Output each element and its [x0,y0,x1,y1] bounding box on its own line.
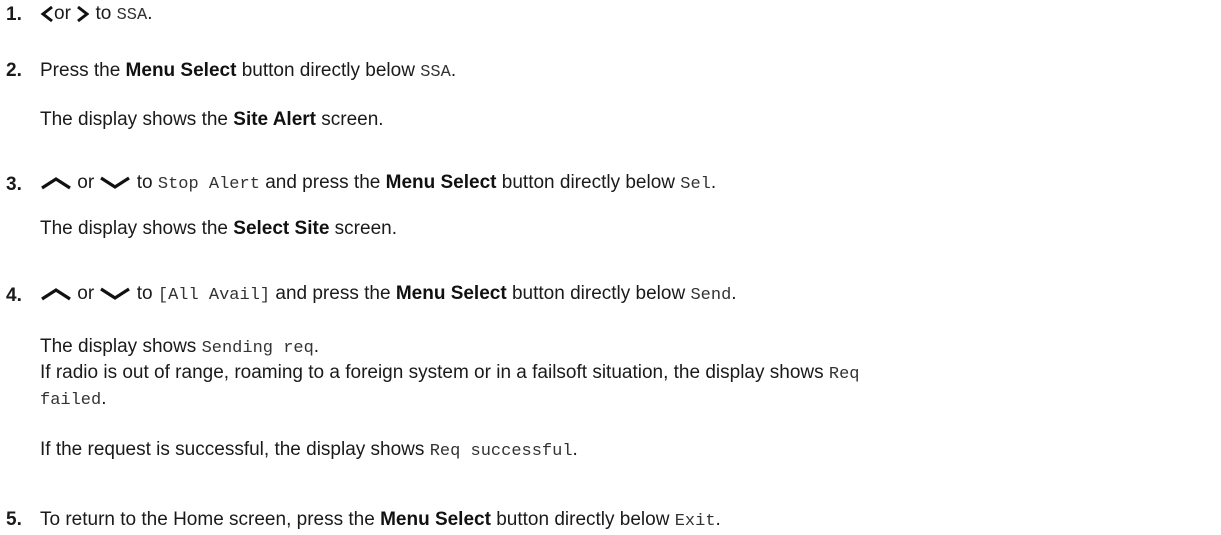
chevron-right-icon [76,4,90,24]
step-1-line: or to SSA. [40,3,153,25]
to-text: to [95,3,112,24]
chevron-down-icon [99,175,131,191]
instruction-text: button directly below [496,509,670,530]
result-text: The display shows the [40,109,228,130]
step-number: 5. [6,509,22,530]
period: . [313,336,320,357]
period: . [572,439,578,460]
result-text: screen. [321,109,384,130]
step-4-line: or to [All Avail] and press the Menu Sel… [40,283,737,305]
menu-target: Stop Alert [157,175,260,194]
chevron-left-icon [40,4,54,24]
result-text: The display shows the [40,218,228,239]
result-text: The display shows [40,336,197,357]
softkey-label: Exit [674,512,716,531]
screen-name: Select Site [233,218,330,239]
period: . [101,388,107,409]
step-4-result-2: If radio is out of range, roaming to a f… [40,362,860,384]
step-4-result-3: If the request is successful, the displa… [40,439,578,461]
menu-target: SSA [116,6,148,25]
softkey-label: Sel [680,175,711,194]
instruction-text: and press the [275,283,391,304]
menu-select-label: Menu Select [395,283,507,304]
step-3-result: The display shows the Select Site screen… [40,218,397,240]
menu-select-label: Menu Select [125,60,237,81]
display-message: Sending req [201,339,314,358]
softkey-label: SSA [420,63,451,82]
instruction-text: button directly below [511,283,686,304]
chevron-up-icon [40,175,72,191]
instruction-text: and press the [265,172,381,193]
period: . [450,60,457,81]
step-number: 4. [6,285,22,306]
instruction-text: button directly below [241,60,415,81]
step-4-result-1: The display shows Sending req. [40,336,319,358]
step-number: 2. [6,60,22,81]
or-text: or [77,172,95,193]
menu-select-label: Menu Select [380,509,491,530]
to-text: to [136,172,153,193]
step-2-result: The display shows the Site Alert screen. [40,109,384,131]
softkey-label: Send [690,286,732,305]
result-text: If the request is successful, the displa… [40,439,425,460]
period: . [710,172,717,193]
instruction-text: Press the [40,60,121,81]
instruction-text: To return to the Home screen, press the [40,509,375,530]
chevron-down-icon [99,286,131,302]
chevron-up-icon [40,286,72,302]
step-2-line: Press the Menu Select button directly be… [40,60,456,82]
instruction-text: button directly below [501,172,675,193]
or-text: or [54,3,71,24]
period: . [731,283,737,304]
menu-target: [All Avail] [157,286,271,305]
period: . [147,3,153,24]
period: . [715,509,721,530]
step-3-line: or to Stop Alert and press the Menu Sele… [40,172,716,194]
result-text: screen. [334,218,397,239]
display-message: Req [828,365,860,384]
step-5-line: To return to the Home screen, press the … [40,509,721,531]
step-number: 3. [6,174,22,195]
display-message: failed [40,391,102,410]
step-number: 1. [6,4,22,25]
menu-select-label: Menu Select [385,172,497,193]
to-text: to [136,283,153,304]
step-4-result-2-cont: failed. [40,388,107,410]
display-message: Req successful [429,442,573,461]
result-text: If radio is out of range, roaming to a f… [40,362,824,383]
or-text: or [77,283,95,304]
screen-name: Site Alert [233,109,316,130]
